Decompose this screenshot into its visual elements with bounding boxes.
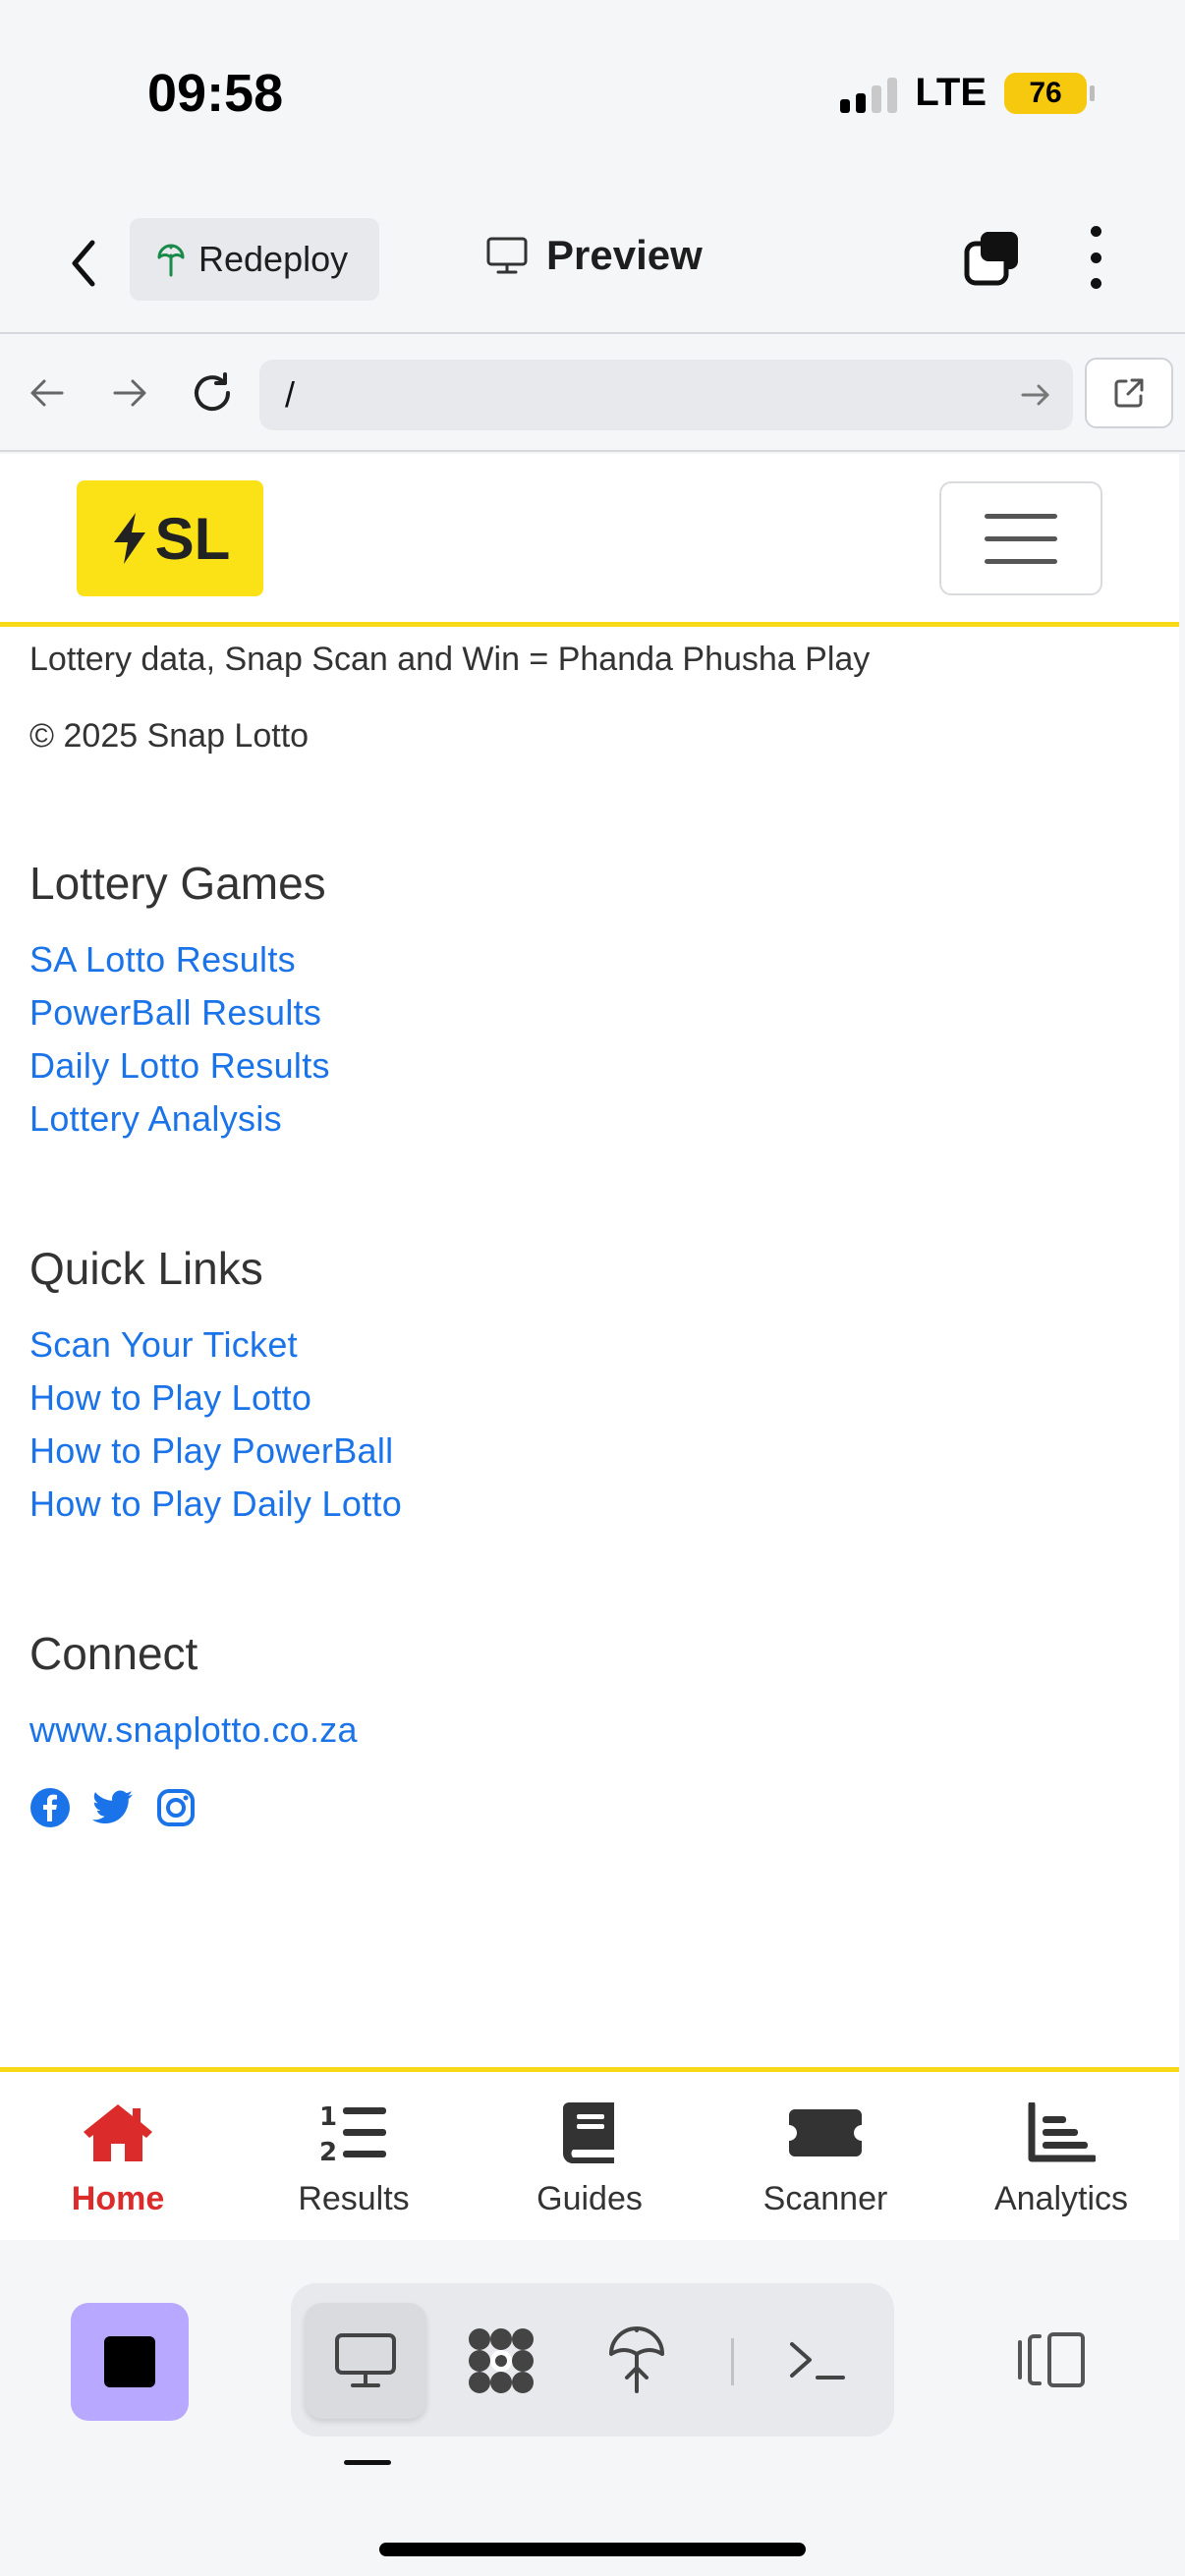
active-tool-indicator bbox=[344, 2460, 391, 2465]
lightning-icon bbox=[113, 513, 145, 564]
link-how-to-play-lotto[interactable]: How to Play Lotto bbox=[29, 1377, 311, 1419]
tool-separator bbox=[731, 2338, 734, 2385]
site-content: SL Lottery data, Snap Scan and Win = Pha… bbox=[0, 454, 1179, 2075]
tool-shell[interactable] bbox=[757, 2303, 878, 2419]
copyright: © 2025 Snap Lotto bbox=[29, 717, 310, 755]
monitor-icon bbox=[486, 237, 528, 274]
nav-analytics-label: Analytics bbox=[993, 2180, 1129, 2217]
browser-back-icon[interactable] bbox=[20, 365, 75, 420]
nav-results[interactable]: 12 Results bbox=[236, 2072, 472, 2240]
status-time: 09:58 bbox=[147, 64, 284, 123]
home-indicator bbox=[379, 2543, 806, 2556]
link-lottery-analysis[interactable]: Lottery Analysis bbox=[29, 1098, 282, 1140]
stop-icon bbox=[104, 2336, 155, 2387]
svg-text:2: 2 bbox=[319, 2138, 337, 2164]
hamburger-menu-button[interactable] bbox=[939, 481, 1102, 595]
browser-forward-icon[interactable] bbox=[102, 365, 157, 420]
redeploy-button[interactable]: Redeploy bbox=[130, 218, 379, 301]
chart-icon bbox=[1022, 2098, 1100, 2168]
home-icon bbox=[79, 2098, 157, 2168]
tabs-icon[interactable] bbox=[961, 226, 1024, 289]
site-logo[interactable]: SL bbox=[77, 480, 263, 596]
link-how-to-play-powerball[interactable]: How to Play PowerBall bbox=[29, 1430, 393, 1472]
open-external-button[interactable] bbox=[1085, 358, 1173, 428]
social-links bbox=[29, 1787, 197, 1828]
tool-workflows[interactable] bbox=[440, 2303, 562, 2419]
nav-analytics[interactable]: Analytics bbox=[943, 2072, 1179, 2240]
signal-icon bbox=[840, 74, 898, 113]
url-input[interactable]: / bbox=[259, 360, 1073, 430]
section-title-lottery-games: Lottery Games bbox=[29, 858, 326, 909]
link-website[interactable]: www.snaplotto.co.za bbox=[29, 1709, 358, 1751]
back-button[interactable] bbox=[59, 234, 108, 293]
link-sa-lotto-results[interactable]: SA Lotto Results bbox=[29, 939, 296, 980]
link-daily-lotto-results[interactable]: Daily Lotto Results bbox=[29, 1045, 330, 1087]
nav-scanner[interactable]: Scanner bbox=[707, 2072, 943, 2240]
panel-toggle-button[interactable] bbox=[1012, 2321, 1091, 2399]
nav-guides-label: Guides bbox=[536, 2180, 643, 2217]
tool-switcher bbox=[291, 2283, 894, 2436]
app-header: Redeploy Preview bbox=[0, 196, 1185, 334]
sidebar-toggle-icon bbox=[1018, 2332, 1085, 2387]
tagline: Lottery data, Snap Scan and Win = Phanda… bbox=[29, 641, 871, 678]
status-bar: 09:58 LTE 76 bbox=[0, 0, 1185, 196]
reload-icon[interactable] bbox=[185, 365, 240, 420]
nav-guides[interactable]: Guides bbox=[472, 2072, 707, 2240]
monitor-icon bbox=[335, 2333, 396, 2387]
link-scan-your-ticket[interactable]: Scan Your Ticket bbox=[29, 1324, 298, 1366]
status-indicators: LTE 76 bbox=[840, 71, 1095, 115]
network-type: LTE bbox=[915, 71, 987, 114]
facebook-icon[interactable] bbox=[29, 1787, 71, 1828]
nav-results-label: Results bbox=[298, 2180, 410, 2217]
chevron-left-icon bbox=[72, 240, 95, 287]
more-menu-icon[interactable] bbox=[1081, 226, 1110, 289]
redeploy-label: Redeploy bbox=[198, 239, 349, 279]
link-powerball-results[interactable]: PowerBall Results bbox=[29, 992, 321, 1034]
tool-preview[interactable] bbox=[305, 2303, 426, 2419]
tool-deploy[interactable] bbox=[576, 2303, 698, 2419]
go-arrow-icon[interactable] bbox=[1020, 377, 1051, 413]
section-title-connect: Connect bbox=[29, 1628, 198, 1679]
deploy-icon bbox=[157, 244, 185, 277]
app-toolbar bbox=[0, 2242, 1185, 2576]
section-title-quick-links: Quick Links bbox=[29, 1243, 263, 1294]
site-navbar: SL bbox=[0, 454, 1179, 627]
preview-tab[interactable]: Preview bbox=[485, 232, 703, 279]
terminal-icon bbox=[790, 2342, 845, 2380]
url-text: / bbox=[285, 374, 296, 415]
nav-scanner-label: Scanner bbox=[762, 2180, 888, 2217]
nav-home-label: Home bbox=[71, 2180, 165, 2217]
twitter-icon[interactable] bbox=[92, 1787, 134, 1828]
browser-bar: / bbox=[0, 336, 1185, 452]
external-link-icon bbox=[1114, 378, 1144, 408]
svg-text:1: 1 bbox=[319, 2102, 337, 2132]
workflows-icon bbox=[469, 2328, 534, 2393]
preview-label: Preview bbox=[546, 232, 703, 278]
nav-home[interactable]: Home bbox=[0, 2072, 236, 2240]
stop-button[interactable] bbox=[71, 2303, 189, 2421]
instagram-icon[interactable] bbox=[155, 1787, 197, 1828]
book-icon bbox=[550, 2098, 629, 2168]
link-how-to-play-daily-lotto[interactable]: How to Play Daily Lotto bbox=[29, 1484, 402, 1525]
ticket-icon bbox=[786, 2098, 865, 2168]
battery-icon: 76 bbox=[1004, 72, 1095, 114]
deploy-icon bbox=[609, 2326, 664, 2393]
logo-text: SL bbox=[154, 505, 231, 572]
bottom-navigation: Home 12 Results Guides Scanner Analytics bbox=[0, 2067, 1179, 2240]
list-ordered-icon: 12 bbox=[314, 2098, 393, 2168]
